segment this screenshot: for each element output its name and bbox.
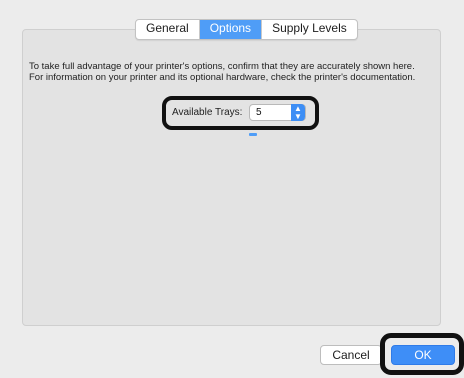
tab-bar: General Options Supply Levels bbox=[135, 19, 358, 40]
available-trays-value: 5 bbox=[256, 107, 262, 118]
available-trays-label: Available Trays: bbox=[172, 107, 243, 118]
options-description: To take full advantage of your printer's… bbox=[29, 61, 416, 83]
cancel-button[interactable]: Cancel bbox=[320, 345, 382, 365]
tab-options[interactable]: Options bbox=[199, 20, 263, 39]
focus-indicator bbox=[249, 133, 257, 136]
select-stepper-icon: ▲ ▼ bbox=[291, 104, 305, 121]
available-trays-select[interactable]: 5 ▲ ▼ bbox=[249, 104, 306, 121]
tab-supply-levels[interactable]: Supply Levels bbox=[262, 20, 357, 39]
tab-general[interactable]: General bbox=[136, 20, 200, 39]
ok-button[interactable]: OK bbox=[391, 345, 455, 365]
